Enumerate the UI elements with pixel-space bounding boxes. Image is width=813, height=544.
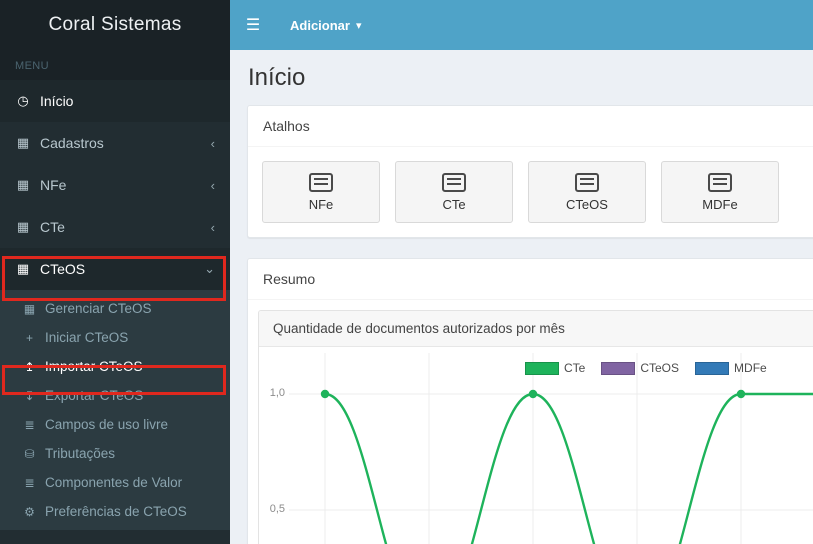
- chart-title: Quantidade de documentos autorizados por…: [259, 311, 813, 347]
- chart-area: 1,0 0,5 CTe CTeOS MDFe: [259, 347, 813, 544]
- submenu-item-componentes-valor[interactable]: ≣ Componentes de Valor: [0, 468, 230, 497]
- chevron-left-icon: ‹: [210, 135, 215, 151]
- cte-series-swatch: [525, 361, 559, 375]
- plus-icon: +: [25, 330, 33, 345]
- sidebar-item-cadastros[interactable]: ▦ Cadastros ‹: [0, 122, 230, 164]
- chevron-down-icon: ⌄: [204, 261, 215, 276]
- legend-label: MDFe: [734, 361, 767, 375]
- submenu-item-campos-uso-livre[interactable]: ≣ Campos de uso livre: [0, 410, 230, 439]
- list-icon: ≣: [24, 417, 35, 432]
- adicionar-dropdown[interactable]: Adicionar ▾: [276, 0, 376, 50]
- hamburger-icon: ☰: [245, 17, 261, 34]
- resumo-box: Resumo Quantidade de documentos autoriza…: [247, 258, 813, 544]
- shortcut-button-cte[interactable]: CTe: [395, 161, 513, 223]
- legend-label: CTe: [564, 361, 586, 375]
- submenu-item-tributacoes[interactable]: ⛁ Tributações: [0, 439, 230, 468]
- shortcuts-box-header: Atalhos: [248, 106, 813, 147]
- submenu-item-label: Exportar CTeOS: [45, 388, 144, 403]
- table-icon: ▦: [16, 135, 30, 150]
- sidebar-item-label: CTeOS: [40, 261, 86, 277]
- sidebar-item-label: CTe: [40, 219, 65, 235]
- document-table-icon: [575, 172, 599, 192]
- line-chart: [289, 353, 813, 544]
- submenu-item-label: Iniciar CTeOS: [45, 330, 129, 345]
- download-icon: ↧: [24, 388, 35, 403]
- table-icon: ▦: [23, 301, 36, 316]
- sidebar: Coral Sistemas MENU ◷ Início ▦ Cadastros…: [0, 0, 230, 544]
- cteos-series-swatch: [601, 361, 636, 375]
- list-icon: ≣: [24, 475, 35, 490]
- sidebar-item-label: Início: [40, 93, 74, 109]
- brand-logo[interactable]: Coral Sistemas: [0, 0, 230, 50]
- chevron-left-icon: ‹: [210, 219, 215, 235]
- shortcut-button-nfe[interactable]: NFe: [262, 161, 380, 223]
- sidebar-item-inicio[interactable]: ◷ Início: [0, 80, 230, 122]
- upload-icon: ↥: [24, 359, 35, 374]
- shortcut-button-cteos[interactable]: CTeOS: [528, 161, 646, 223]
- shortcut-row: NFe CTe CTeOS MDFe: [262, 161, 813, 223]
- y-tick-label: 1,0: [269, 387, 285, 399]
- top-navbar: ☰ Adicionar ▾: [230, 0, 813, 50]
- clock-icon: ◷: [17, 93, 29, 108]
- document-table-icon: [442, 172, 466, 192]
- shortcut-label: MDFe: [702, 196, 738, 212]
- submenu-item-label: Preferências de CTeOS: [45, 504, 187, 519]
- submenu-item-label: Gerenciar CTeOS: [45, 301, 152, 316]
- chevron-left-icon: ‹: [210, 177, 215, 193]
- submenu-item-preferencias-cteos[interactable]: ⚙ Preferências de CTeOS: [0, 497, 230, 526]
- legend-item-mdfe: MDFe: [695, 361, 767, 375]
- legend-label: CTeOS: [640, 361, 680, 375]
- submenu-item-label: Tributações: [45, 446, 116, 461]
- caret-down-icon: ▾: [355, 19, 362, 32]
- mdfe-series-swatch: [695, 361, 730, 375]
- submenu-item-label: Campos de uso livre: [45, 417, 169, 432]
- shortcut-button-mdfe[interactable]: MDFe: [661, 161, 779, 223]
- table-icon: ▦: [16, 261, 30, 276]
- sidebar-item-label: NFe: [40, 177, 67, 193]
- shortcut-label: CTe: [442, 196, 466, 212]
- shortcuts-box: Atalhos NFe CTe CTeOS MDFe: [247, 105, 813, 238]
- cteos-submenu: ▦ Gerenciar CTeOS + Iniciar CTeOS ↥ Impo…: [0, 290, 230, 530]
- sidebar-item-nfe[interactable]: ▦ NFe ‹: [0, 164, 230, 206]
- chart-legend: CTe CTeOS MDFe: [525, 361, 767, 375]
- sidebar-toggle-button[interactable]: ☰: [230, 0, 276, 50]
- gears-icon: ⚙: [24, 504, 35, 519]
- y-tick-label: 0,5: [269, 503, 285, 515]
- page-title: Início: [248, 64, 306, 91]
- sidebar-item-cte[interactable]: ▦ CTe ‹: [0, 206, 230, 248]
- chart-panel: Quantidade de documentos autorizados por…: [258, 310, 813, 544]
- document-table-icon: [708, 172, 732, 192]
- submenu-item-exportar-cteos[interactable]: ↧ Exportar CTeOS: [0, 381, 230, 410]
- submenu-item-label: Componentes de Valor: [45, 475, 183, 490]
- sidebar-item-cteos[interactable]: ▦ CTeOS ⌄: [0, 248, 230, 290]
- submenu-item-importar-cteos[interactable]: ↥ Importar CTeOS: [0, 352, 230, 381]
- adicionar-label: Adicionar: [290, 17, 350, 33]
- resumo-box-header: Resumo: [248, 259, 813, 300]
- shortcut-label: CTeOS: [566, 196, 608, 212]
- submenu-item-iniciar-cteos[interactable]: + Iniciar CTeOS: [0, 323, 230, 352]
- submenu-item-gerenciar-cteos[interactable]: ▦ Gerenciar CTeOS: [0, 294, 230, 323]
- coins-icon: ⛁: [24, 446, 35, 461]
- legend-item-cteos: CTeOS: [601, 361, 679, 375]
- submenu-item-label: Importar CTeOS: [45, 359, 143, 374]
- sidebar-section-label: MENU: [0, 50, 230, 80]
- table-icon: ▦: [16, 219, 30, 234]
- sidebar-item-label: Cadastros: [40, 135, 104, 151]
- main-content: Início Atalhos NFe CTe CTeOS MDFe Resumo…: [230, 50, 813, 544]
- table-icon: ▦: [16, 177, 30, 192]
- document-table-icon: [309, 172, 333, 192]
- legend-item-cte: CTe: [525, 361, 585, 375]
- shortcut-label: NFe: [308, 196, 334, 212]
